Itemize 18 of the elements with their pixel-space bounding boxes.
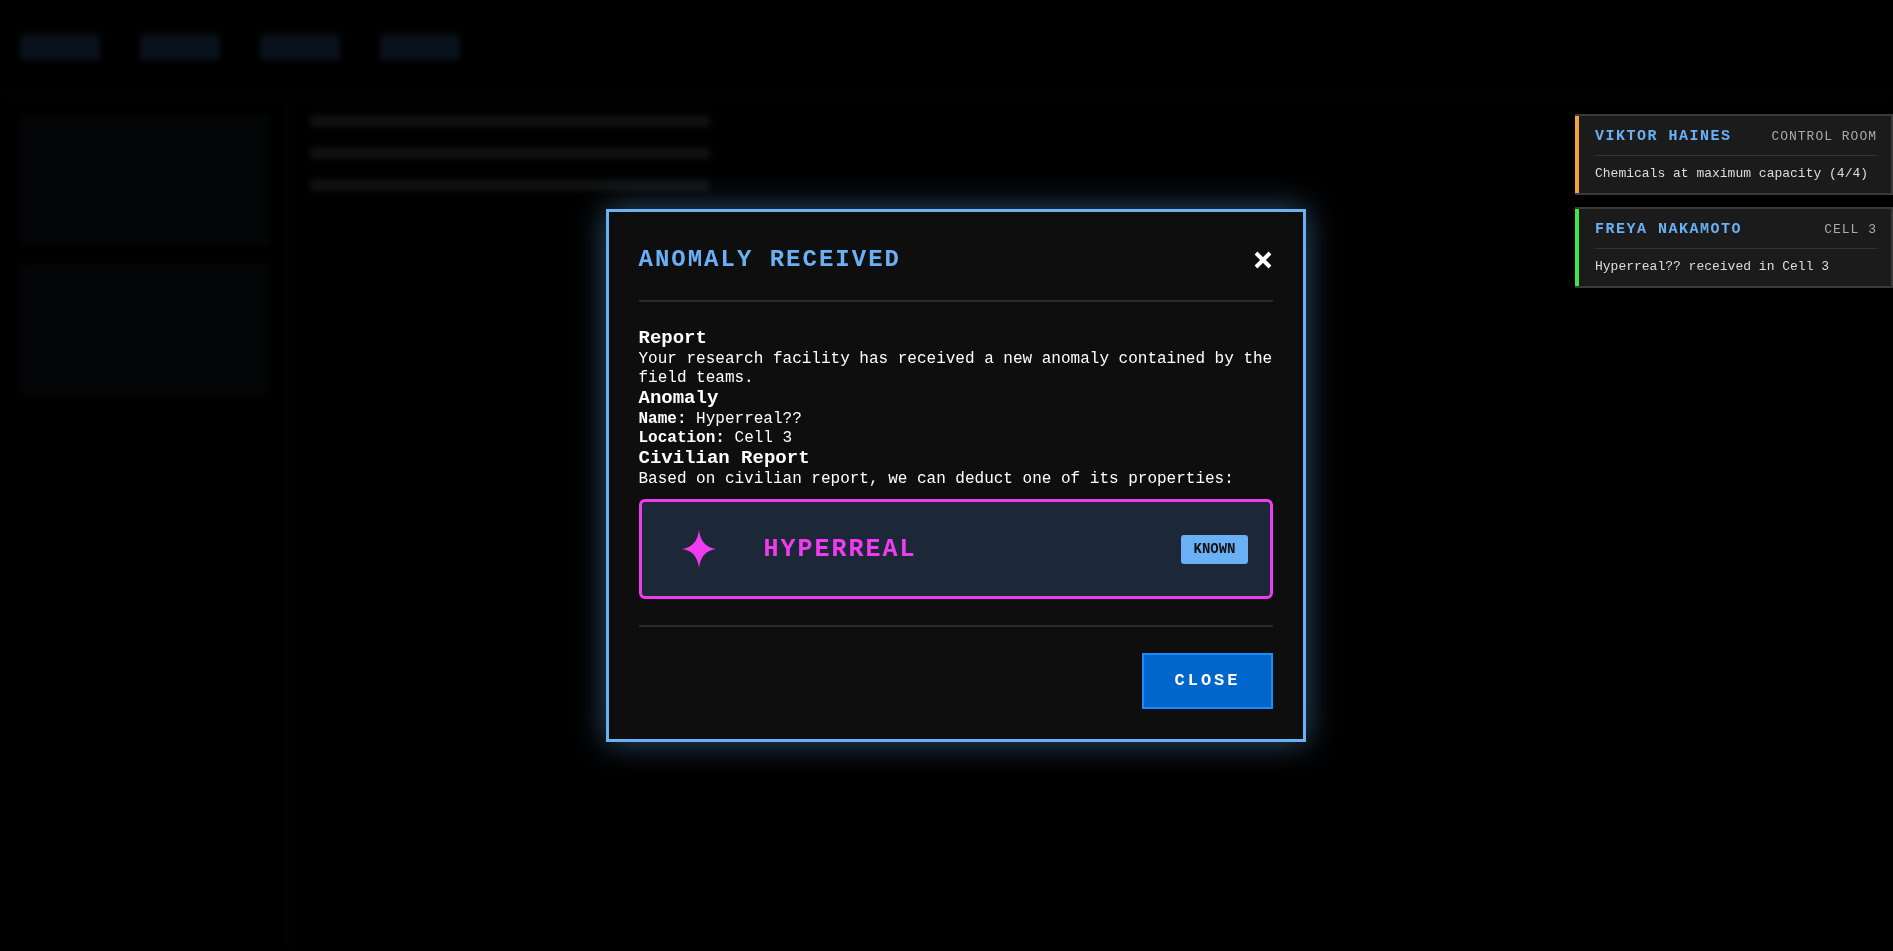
section-text: Based on civilian report, we can deduct one of its properties: [638, 470, 1235, 490]
section-text: Your research facility has received a new anomaly contained by the field teams. [638, 349, 1273, 389]
dialog-title: ANOMALY RECEIVED [638, 245, 901, 275]
property-name: HYPERREAL [763, 533, 918, 566]
notification-location: CELL 3 [1824, 221, 1877, 239]
section-heading: Report [638, 328, 708, 350]
section-text: Name: Hyperreal?? [638, 410, 803, 430]
notification-title: FREYA NAKAMOTO [1595, 220, 1743, 240]
notification-message: Chemicals at maximum capacity (4/4) [1595, 154, 1877, 183]
status-tag: KNOWN [1181, 535, 1248, 564]
section-heading: Anomaly [638, 388, 720, 411]
notification-title: VIKTOR HAINES [1595, 127, 1732, 147]
close-button[interactable]: CLOSE [1142, 653, 1273, 709]
notification-location: CONTROL ROOM [1771, 128, 1877, 146]
notification-message: Hyperreal?? received in Cell 3 [1595, 247, 1877, 276]
section-text: Location: Cell 3 [638, 429, 794, 449]
section-heading: Civilian Report [638, 448, 811, 471]
close-icon[interactable] [1252, 250, 1273, 270]
